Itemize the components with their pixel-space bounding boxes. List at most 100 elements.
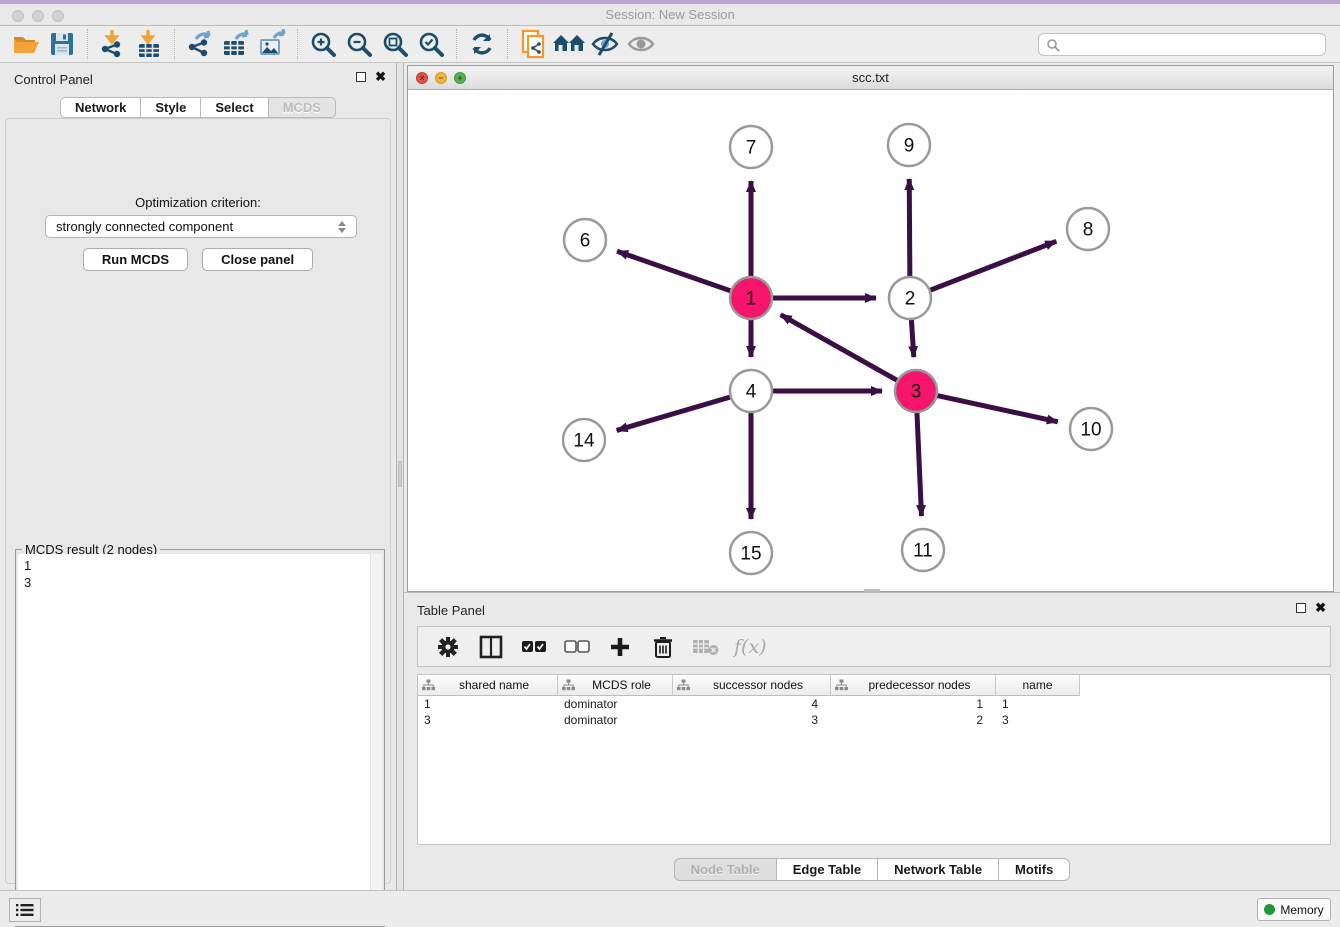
column-header-label: successor nodes [690, 678, 826, 692]
table-tab-node-table[interactable]: Node Table [674, 858, 777, 881]
column-header-MCDS-role[interactable]: MCDS role [558, 675, 673, 696]
network-canvas[interactable]: 7 9 6 8 1 2 4 3 14 10 15 11 [408, 90, 1333, 591]
close-window-icon[interactable] [12, 10, 24, 22]
node-9[interactable]: 9 [888, 124, 930, 166]
node-3[interactable]: 3 [895, 370, 937, 412]
node-4[interactable]: 4 [730, 370, 772, 412]
control-tab-select[interactable]: Select [201, 97, 268, 118]
open-folder-icon[interactable] [8, 28, 44, 60]
zoom-in-icon[interactable] [305, 28, 341, 60]
duplicate-network-icon[interactable] [515, 28, 551, 60]
delete-column-icon[interactable] [648, 631, 678, 663]
table-cell[interactable]: 3 [996, 713, 1080, 727]
close-panel-button[interactable]: Close panel [202, 248, 313, 271]
table-row[interactable]: 3dominator323 [418, 712, 1330, 728]
add-column-icon[interactable] [605, 631, 635, 663]
result-scrollbar[interactable] [370, 554, 382, 924]
control-tab-mcds[interactable]: MCDS [269, 97, 336, 118]
search-input[interactable] [1060, 38, 1318, 52]
maximize-window-icon[interactable] [52, 10, 64, 22]
table-cell[interactable]: 4 [673, 697, 831, 711]
edge-3-1[interactable] [781, 315, 898, 381]
splitter-grip[interactable] [398, 461, 402, 487]
panel-splitter-vertical[interactable] [396, 63, 404, 890]
gear-icon[interactable] [433, 631, 463, 663]
edge-1-6[interactable] [617, 251, 731, 291]
home-icon[interactable] [551, 28, 587, 60]
import-network-icon[interactable] [95, 28, 131, 60]
search-box[interactable] [1038, 33, 1326, 56]
network-zoom-icon[interactable]: + [454, 72, 466, 84]
node-11[interactable]: 11 [902, 529, 944, 571]
node-6[interactable]: 6 [564, 219, 606, 261]
run-mcds-button[interactable]: Run MCDS [83, 248, 188, 271]
control-tab-network[interactable]: Network [60, 97, 141, 118]
mcds-result-box: MCDS result (2 nodes) 13 [15, 549, 385, 927]
mcds-result-text[interactable]: 13 [18, 554, 370, 924]
export-image-icon[interactable] [254, 28, 290, 60]
memory-button[interactable]: Memory [1257, 898, 1331, 921]
network-window-title: scc.txt [408, 66, 1333, 90]
table-tab-edge-table[interactable]: Edge Table [777, 858, 878, 881]
edge-3-10[interactable] [937, 395, 1058, 421]
table-cell[interactable]: 2 [831, 713, 996, 727]
optimization-dropdown[interactable]: strongly connected component [45, 215, 357, 238]
zoom-fit-icon[interactable] [377, 28, 413, 60]
table-cell[interactable]: 1 [996, 697, 1080, 711]
table-cell[interactable]: 1 [418, 697, 558, 711]
node-1[interactable]: 1 [730, 277, 772, 319]
column-header-name[interactable]: name [996, 675, 1080, 696]
zoom-out-icon[interactable] [341, 28, 377, 60]
deselect-all-columns-icon[interactable] [562, 631, 592, 663]
table-tab-network-table[interactable]: Network Table [878, 858, 999, 881]
column-type-icon [835, 679, 848, 692]
control-tab-style[interactable]: Style [141, 97, 201, 118]
save-icon[interactable] [44, 28, 80, 60]
network-graph[interactable]: 7 9 6 8 1 2 4 3 14 10 15 11 [408, 90, 1333, 591]
table-cell[interactable]: dominator [558, 697, 673, 711]
network-minimize-icon[interactable]: − [435, 72, 447, 84]
export-network-icon[interactable] [182, 28, 218, 60]
network-window-titlebar[interactable]: × − + scc.txt [408, 66, 1333, 90]
zoom-selected-icon[interactable] [413, 28, 449, 60]
minimize-window-icon[interactable] [32, 10, 44, 22]
node-7[interactable]: 7 [730, 126, 772, 168]
edge-3-11[interactable] [917, 412, 922, 516]
select-all-columns-icon[interactable] [519, 631, 549, 663]
edge-2-3[interactable] [911, 319, 913, 357]
optimization-criterion-label: Optimization criterion: [6, 195, 390, 210]
import-table-icon[interactable] [131, 28, 167, 60]
table-row[interactable]: 1dominator411 [418, 696, 1330, 712]
float-panel-icon[interactable] [356, 72, 366, 82]
delete-table-icon [691, 631, 721, 663]
column-header-shared-name[interactable]: shared name [418, 675, 558, 696]
edge-2-9[interactable] [909, 179, 910, 277]
table-cell[interactable]: 3 [673, 713, 831, 727]
close-table-panel-icon[interactable]: ✖ [1315, 603, 1326, 613]
node-14[interactable]: 14 [563, 419, 605, 461]
network-close-icon[interactable]: × [416, 72, 428, 84]
table-tab-motifs[interactable]: Motifs [999, 858, 1070, 881]
node-15[interactable]: 15 [730, 532, 772, 574]
export-table-icon[interactable] [218, 28, 254, 60]
node-2[interactable]: 2 [889, 277, 931, 319]
table-cell[interactable]: dominator [558, 713, 673, 727]
edge-2-8[interactable] [930, 241, 1057, 290]
node-10[interactable]: 10 [1070, 408, 1112, 450]
table-cell[interactable]: 3 [418, 713, 558, 727]
split-columns-icon[interactable] [476, 631, 506, 663]
edge-4-14[interactable] [617, 397, 731, 431]
list-icon [16, 903, 34, 917]
column-header-predecessor-nodes[interactable]: predecessor nodes [831, 675, 996, 696]
node-table[interactable]: shared nameMCDS role successor nodes prede… [417, 674, 1331, 845]
show-graphics-icon[interactable] [623, 28, 659, 60]
window-controls-inactive[interactable] [12, 10, 64, 22]
close-panel-icon[interactable]: ✖ [375, 72, 386, 82]
node-8[interactable]: 8 [1067, 208, 1109, 250]
task-history-button[interactable] [9, 898, 41, 922]
column-header-successor-nodes[interactable]: successor nodes [673, 675, 831, 696]
table-cell[interactable]: 1 [831, 697, 996, 711]
float-table-panel-icon[interactable] [1296, 603, 1306, 613]
hide-graphics-icon[interactable] [587, 28, 623, 60]
refresh-layout-icon[interactable] [464, 28, 500, 60]
